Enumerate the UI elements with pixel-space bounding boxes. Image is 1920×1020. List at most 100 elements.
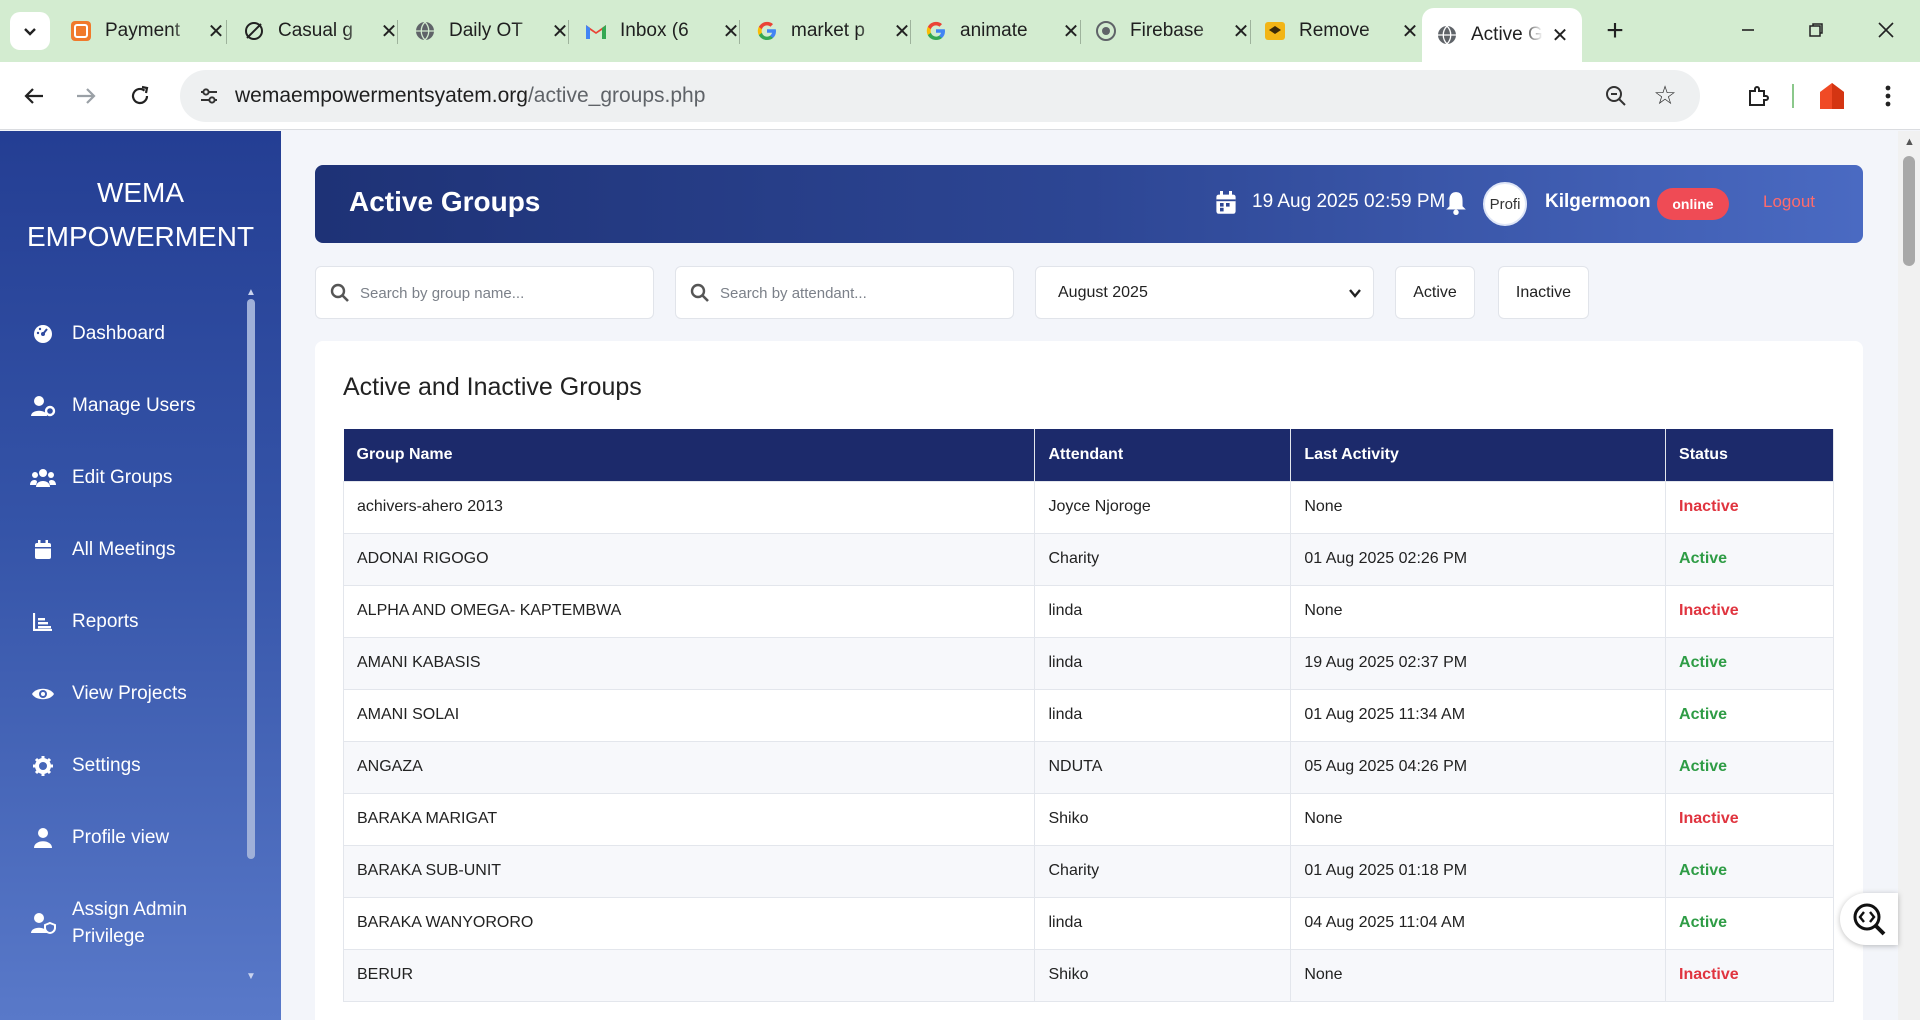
reload-icon — [131, 85, 149, 105]
cell-status: Active — [1665, 532, 1834, 586]
column-header-group-name[interactable]: Group Name — [343, 429, 1036, 481]
minimize-button[interactable] — [1728, 12, 1768, 48]
table-row[interactable]: BARAKA MARIGAT Shiko None Inactive — [342, 792, 1834, 846]
brand-line-1: WEMA — [96, 177, 185, 208]
tab-search-button[interactable] — [10, 12, 50, 50]
username: Kilgermoon — [1545, 191, 1651, 212]
address-bar[interactable]: wemaempowermentsyatem.org/active_groups.… — [180, 70, 1700, 122]
sidebar-item-view-projects[interactable]: View Projects — [30, 681, 230, 707]
groups-card: Active and Inactive Groups Group Name At… — [315, 341, 1863, 1020]
floating-zoom-button[interactable] — [1840, 893, 1898, 945]
page-scroll-thumb[interactable] — [1903, 156, 1915, 266]
close-icon[interactable]: ✕ — [1399, 20, 1421, 43]
browser-menu-button[interactable] — [1868, 76, 1908, 116]
url-host: wemaempowermentsyatem.org — [235, 84, 528, 107]
extensions-button[interactable] — [1738, 76, 1778, 116]
sidebar-item-manage-users[interactable]: Manage Users — [30, 393, 230, 419]
browser-tab-3[interactable]: Daily OT ✕ — [414, 10, 571, 52]
sidebar-item-settings[interactable]: Settings — [30, 753, 230, 779]
inactive-filter-button[interactable]: Inactive — [1498, 266, 1589, 319]
logout-link[interactable]: Logout — [1763, 192, 1815, 212]
new-tab-button[interactable]: + — [1598, 14, 1632, 48]
column-header-attendant[interactable]: Attendant — [1034, 429, 1292, 481]
sidebar-item-assign-admin-privilege[interactable]: Assign Admin Privilege — [30, 896, 230, 950]
sidebar-item-all-meetings[interactable]: All Meetings — [30, 537, 230, 563]
sidebar-item-label: Dashboard — [72, 323, 165, 344]
browser-tab-1[interactable]: Payment ✕ — [70, 10, 227, 52]
back-button[interactable] — [14, 76, 54, 116]
sidebar: WEMA EMPOWERMENT ▲ ▼ Dashboard Manage Us… — [0, 131, 281, 1020]
avatar-alt-text: Profi — [1489, 195, 1521, 213]
month-select[interactable]: August 2025 — [1035, 266, 1374, 319]
tab-title: Active G — [1471, 24, 1543, 45]
table-row[interactable]: AMANI KABASIS linda 19 Aug 2025 02:37 PM Ac… — [342, 636, 1834, 690]
reload-button[interactable] — [120, 76, 160, 116]
table-row[interactable]: ADONAI RIGOGO Charity 01 Aug 2025 02:26 PM… — [342, 532, 1834, 586]
arrow-right-icon — [77, 88, 96, 104]
scroll-up-arrow-icon[interactable]: ▲ — [1904, 136, 1915, 148]
table-row[interactable]: BERUR Shiko None Inactive — [342, 948, 1834, 1002]
table-row[interactable]: ANGAZA NDUTA 05 Aug 2025 04:26 PM Active — [342, 740, 1834, 794]
tab-separator — [1080, 20, 1081, 44]
scroll-down-arrow-icon[interactable]: ▼ — [246, 971, 256, 982]
group-search-field[interactable] — [315, 266, 654, 319]
column-header-status[interactable]: Status — [1665, 429, 1834, 481]
cell-group-name: BARAKA SUB-UNIT — [342, 844, 1036, 898]
cell-last-activity: None — [1290, 948, 1667, 1002]
browser-tab-2[interactable]: Casual g ✕ — [243, 10, 400, 52]
cell-last-activity: 01 Aug 2025 11:34 AM — [1290, 688, 1667, 742]
bookmark-star-icon[interactable]: ☆ — [1650, 80, 1680, 110]
chevron-down-icon — [1349, 289, 1361, 298]
close-icon[interactable]: ✕ — [1549, 24, 1571, 47]
group-search-input[interactable] — [360, 281, 640, 305]
table-row[interactable]: ALPHA AND OMEGA- KAPTEMBWA linda None Inact… — [342, 584, 1834, 638]
avatar[interactable]: Profi — [1483, 182, 1527, 226]
table-row[interactable]: AMANI SOLAI linda 01 Aug 2025 11:34 AM Acti… — [342, 688, 1834, 742]
restore-button[interactable] — [1796, 12, 1836, 48]
browser-tab-7[interactable]: Firebase ✕ — [1095, 10, 1252, 52]
card-title: Active and Inactive Groups — [343, 373, 642, 401]
sidebar-item-label: All Meetings — [72, 539, 176, 560]
table-row[interactable]: BARAKA SUB-UNIT Charity 01 Aug 2025 01:18 … — [342, 844, 1834, 898]
sidebar-scroll-thumb[interactable] — [247, 299, 255, 859]
dashboard-gauge-icon — [30, 321, 56, 347]
scroll-up-arrow-icon[interactable]: ▲ — [246, 287, 256, 298]
tab-separator — [910, 20, 911, 44]
browser-tab-5[interactable]: market p ✕ — [756, 10, 913, 52]
column-header-last-activity[interactable]: Last Activity — [1290, 429, 1667, 481]
browser-tab-8[interactable]: Remove ✕ — [1264, 10, 1421, 52]
sidebar-item-reports[interactable]: Reports — [30, 609, 230, 635]
attendant-search-field[interactable] — [675, 266, 1014, 319]
sidebar-item-edit-groups[interactable]: Edit Groups — [30, 465, 230, 491]
sidebar-item-profile-view[interactable]: Profile view — [30, 825, 230, 851]
table-row[interactable]: BARAKA WANYORORO linda 04 Aug 2025 11:04 A… — [342, 896, 1834, 950]
page-title: Active Groups — [349, 186, 541, 217]
cell-last-activity: 04 Aug 2025 11:04 AM — [1290, 896, 1667, 950]
cell-attendant: Charity — [1034, 844, 1292, 898]
bell-icon[interactable] — [1445, 191, 1467, 215]
close-icon[interactable]: ✕ — [1230, 20, 1252, 43]
table-row[interactable]: achivers-ahero 2013 Joyce Njoroge None Inac… — [342, 480, 1834, 534]
browser-tab-6[interactable]: animate ✕ — [925, 10, 1082, 52]
globe-icon — [1436, 24, 1458, 46]
tab-title: Payment — [105, 20, 180, 41]
cell-attendant: linda — [1034, 636, 1292, 690]
status-badge: online — [1657, 188, 1729, 220]
tab-title: Casual g — [278, 20, 353, 41]
active-filter-button[interactable]: Active — [1395, 266, 1475, 319]
cell-attendant: Shiko — [1034, 948, 1292, 1002]
close-window-button[interactable] — [1866, 12, 1906, 48]
sidebar-item-label: Assign Admin Privilege — [72, 899, 188, 947]
extension-button[interactable] — [1812, 76, 1852, 116]
sidebar-item-dashboard[interactable]: Dashboard — [30, 321, 230, 347]
forward-button[interactable] — [66, 76, 106, 116]
attendant-search-input[interactable] — [720, 281, 1000, 305]
zoom-icon[interactable] — [1602, 82, 1630, 110]
cell-status: Inactive — [1665, 948, 1834, 1002]
brand-logo-text: WEMA EMPOWERMENT — [0, 171, 281, 259]
close-icon[interactable]: ✕ — [1060, 20, 1082, 43]
browser-tab-4[interactable]: Inbox (6 ✕ — [585, 10, 742, 52]
browser-tab-active[interactable]: Active G ✕ — [1422, 8, 1582, 62]
site-settings-icon[interactable] — [194, 81, 224, 111]
close-icon[interactable]: ✕ — [205, 20, 227, 43]
